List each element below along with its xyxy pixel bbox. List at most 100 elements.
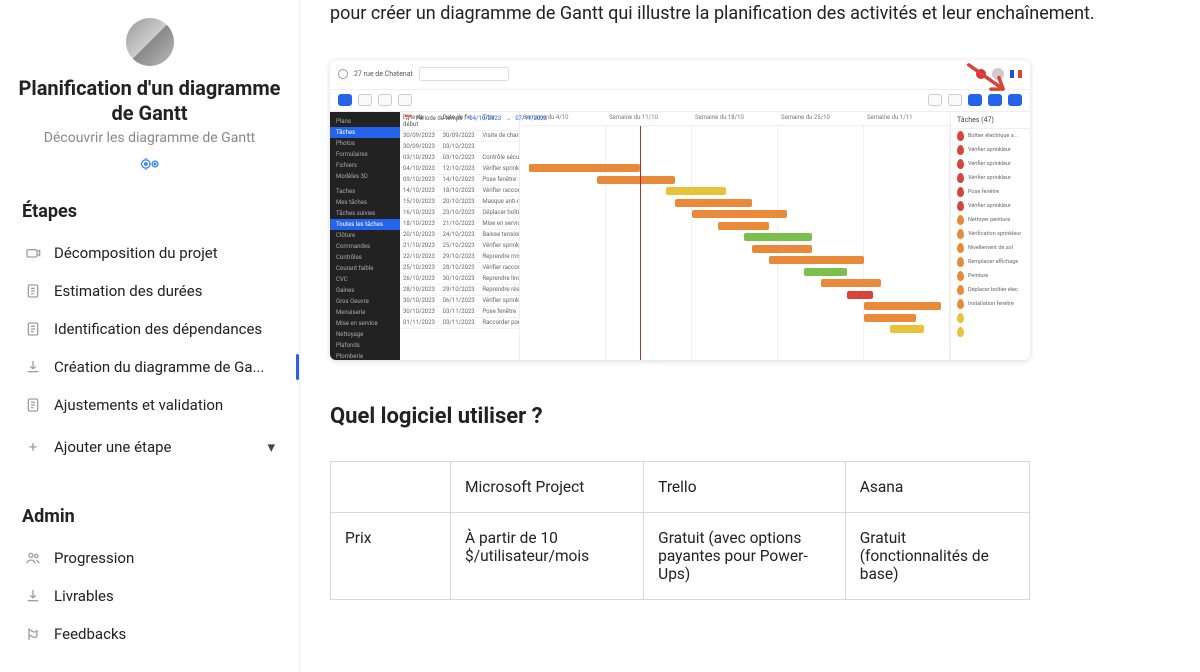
lang-label [1010, 70, 1022, 78]
task-pin-row: Vérifier sprinkleur [951, 199, 1030, 213]
step-label: Décomposition du projet [54, 244, 275, 262]
gantt-side-item: Formulaires [330, 149, 400, 160]
table-rowhead-price: Prix [331, 512, 451, 599]
task-pin-row: Installation fenêtre [951, 297, 1030, 311]
main-content: pour créer un diagramme de Gantt qui ill… [300, 0, 1200, 672]
gantt-bar [597, 176, 674, 184]
gantt-bar [752, 245, 812, 253]
sidebar-step-3[interactable]: Création du diagramme de Ga... [18, 348, 281, 386]
task-pin-row: Pose fenêtre [951, 185, 1030, 199]
gantt-side-item: Courant faible [330, 263, 400, 274]
gantt-side-item: Toutes les tâches [330, 219, 400, 230]
search-input [419, 67, 509, 81]
breadcrumb-project: 27 rue de Chatenat [354, 70, 413, 78]
table-header-row: Microsoft Project Trello Asana [331, 461, 1030, 512]
settings-icon[interactable] [140, 156, 160, 175]
chevron-down-icon: ▾ [267, 438, 275, 456]
gantt-side-item: Mise en service [330, 318, 400, 329]
gantt-side-item: Contrôles [330, 252, 400, 263]
software-heading: Quel logiciel utiliser ? [330, 404, 1140, 429]
gantt-side-item: Gros Oeuvre [330, 296, 400, 307]
table-col-msproject: Microsoft Project [451, 461, 644, 512]
table-col-asana: Asana [845, 461, 1029, 512]
gantt-bar [890, 325, 924, 333]
download-icon [24, 588, 42, 604]
right-panel-title: Tâches (47) [951, 112, 1030, 129]
gantt-bar [529, 164, 641, 172]
download-icon [24, 359, 42, 375]
add-step-button[interactable]: + Ajouter une étape ▾ [18, 428, 281, 466]
users-icon [24, 550, 42, 566]
task-pin-row: Nivellement de sol [951, 241, 1030, 255]
filter-button [948, 94, 962, 106]
task-pin-row: Remplacer affichage [951, 255, 1030, 269]
gantt-bar [744, 233, 813, 241]
gantt-side-item: CVC [330, 274, 400, 285]
gantt-bar [666, 187, 726, 195]
gantt-bar [692, 210, 787, 218]
doc-icon [24, 397, 42, 413]
sidebar-step-2[interactable]: Identification des dépendances [18, 310, 281, 348]
admin-label: Feedbacks [54, 625, 275, 643]
project-subtitle: Découvrir les diagramme de Gantt [18, 130, 281, 146]
sidebar-admin-1[interactable]: Livrables [18, 577, 281, 615]
gantt-side-item: Tâches [330, 127, 400, 138]
gantt-side-item: Plans [330, 116, 400, 127]
steps-heading: Étapes [22, 201, 281, 222]
new-task-button [338, 94, 352, 106]
gantt-bar [718, 222, 770, 230]
admin-label: Progression [54, 549, 275, 567]
project-title: Planification d'un diagramme de Gantt [18, 76, 281, 126]
sidebar-step-1[interactable]: Estimation des durées [18, 272, 281, 310]
camera-icon [24, 245, 42, 261]
admin-heading: Admin [22, 506, 281, 527]
gantt-bar [847, 291, 873, 299]
plus-icon: + [24, 438, 42, 456]
task-pin-row [951, 325, 1030, 339]
task-pin-row: Déplacer boîtier élec [951, 283, 1030, 297]
step-label: Création du diagramme de Ga... [54, 358, 275, 376]
sort-button [928, 94, 942, 106]
step-label: Estimation des durées [54, 282, 275, 300]
gantt-side-item: Tâches suivies [330, 208, 400, 219]
gantt-bar [769, 256, 864, 264]
gantt-screenshot: 27 rue de Chatenat PlansTâchesPhotosForm… [330, 60, 1030, 360]
doc-icon [24, 321, 42, 337]
gantt-bar [864, 314, 916, 322]
gantt-bar [804, 268, 847, 276]
cell-asana-price: Gratuit (fonctionnalités de base) [845, 512, 1029, 599]
gantt-side-item: Menuiserie [330, 307, 400, 318]
task-pin-row: Vérification sprinkleur [951, 227, 1030, 241]
gantt-side-item: Mes tâches [330, 197, 400, 208]
task-pin-row: Vérifier sprinkleur [951, 171, 1030, 185]
cell-trello-price: Gratuit (avec options payantes pour Powe… [644, 512, 846, 599]
gantt-side-item: Gaines [330, 285, 400, 296]
home-icon [338, 69, 348, 79]
view-toggle-3 [1008, 94, 1022, 106]
doc-icon [24, 283, 42, 299]
step-label: Ajustements et validation [54, 396, 275, 414]
view-toggle-1 [968, 94, 982, 106]
sidebar-admin-2[interactable]: Feedbacks [18, 615, 281, 653]
import-button [358, 94, 372, 106]
task-pin-row: Nettoyer peinture [951, 213, 1030, 227]
gantt-side-item: Commandes [330, 241, 400, 252]
gantt-side-item: Photos [330, 138, 400, 149]
software-table: Microsoft Project Trello Asana Prix À pa… [330, 461, 1030, 600]
gantt-side-item: Plomberie [330, 351, 400, 360]
gantt-side-item: Fichiers [330, 160, 400, 171]
task-pin-row: Vérifier sprinkleur [951, 143, 1030, 157]
table-col-trello: Trello [644, 461, 846, 512]
gantt-bar [675, 199, 752, 207]
sidebar-step-4[interactable]: Ajustements et validation [18, 386, 281, 424]
gantt-side-item: Modèles 3D [330, 171, 400, 182]
task-pin-row: Peinture [951, 269, 1030, 283]
gantt-bar [821, 279, 881, 287]
report-button [378, 94, 392, 106]
sidebar-step-0[interactable]: Décomposition du projet [18, 234, 281, 272]
sidebar-admin-0[interactable]: Progression [18, 539, 281, 577]
gantt-side-item: Nettoyage [330, 329, 400, 340]
task-pin-row: Vérifier sprinkleur [951, 157, 1030, 171]
cell-msproject-price: À partir de 10 $/utilisateur/mois [451, 512, 644, 599]
project-avatar [126, 18, 174, 66]
